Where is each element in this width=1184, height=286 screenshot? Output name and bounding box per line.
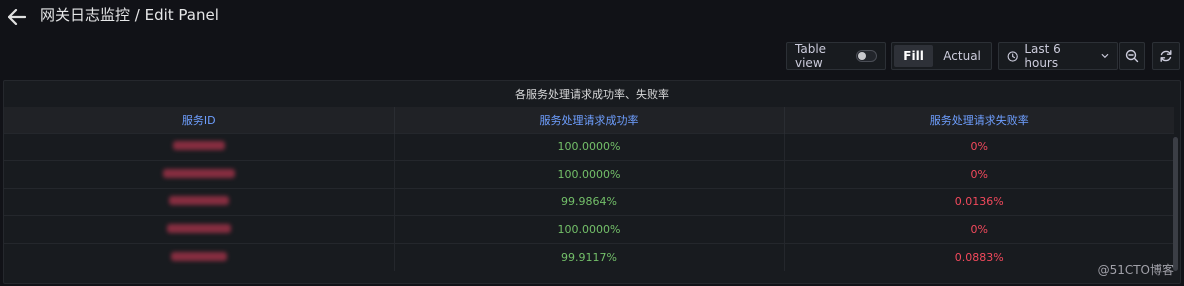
failure-rate-cell: 0% xyxy=(784,215,1174,243)
success-rate-cell: 100.0000% xyxy=(394,132,785,161)
failure-rate-cell: 0% xyxy=(784,160,1174,188)
success-rate-cell: 100.0000% xyxy=(394,215,785,243)
table-row: 100.0000% 0% xyxy=(4,132,1174,161)
table-row: 99.9864% 0.0136% xyxy=(4,187,1174,216)
success-rate-cell: 99.9117% xyxy=(394,242,785,271)
fill-actual-switch: Fill Actual xyxy=(891,42,992,70)
table-panel: 各服务处理请求成功率、失败率 服务ID 服务处理请求成功率 服务处理请求失败率 … xyxy=(3,80,1181,284)
data-table: 服务ID 服务处理请求成功率 服务处理请求失败率 100.0000% 0% 10… xyxy=(4,107,1174,271)
success-rate-cell: 100.0000% xyxy=(394,160,785,188)
watermark: @51CTO博客 xyxy=(1097,263,1174,277)
table-header-row: 服务ID 服务处理请求成功率 服务处理请求失败率 xyxy=(4,107,1174,133)
toggle-switch[interactable] xyxy=(855,50,877,62)
panel-title: 各服务处理请求成功率、失败率 xyxy=(515,88,669,101)
zoom-out-button[interactable] xyxy=(1119,42,1145,70)
refresh-icon xyxy=(1160,50,1172,62)
service-id-cell xyxy=(4,160,395,188)
redacted-service-id xyxy=(162,168,235,178)
redacted-service-id xyxy=(168,196,229,206)
fill-button[interactable]: Fill xyxy=(894,45,934,67)
page-title: 网关日志监控 / Edit Panel xyxy=(40,6,219,24)
success-rate-cell: 99.9864% xyxy=(394,187,785,216)
chevron-down-icon xyxy=(1101,53,1109,59)
time-range-label: Last 6 hours xyxy=(1024,42,1061,70)
arrow-left-icon xyxy=(8,9,26,25)
column-header-success-rate[interactable]: 服务处理请求成功率 xyxy=(394,107,785,133)
table-row: 100.0000% 0% xyxy=(4,215,1174,243)
time-range-picker[interactable]: Last 6 hours xyxy=(998,42,1118,70)
column-header-failure-rate[interactable]: 服务处理请求失败率 xyxy=(784,107,1174,133)
table-row: 100.0000% 0% xyxy=(4,160,1174,188)
zoom-out-icon xyxy=(1125,49,1139,63)
table-row: 99.9117% 0.0883% xyxy=(4,242,1174,271)
failure-rate-cell: 0% xyxy=(784,132,1174,161)
column-header-service-id[interactable]: 服务ID xyxy=(4,107,395,133)
clock-icon xyxy=(1007,50,1018,62)
service-id-cell xyxy=(4,187,395,216)
redacted-service-id xyxy=(166,223,231,233)
actual-button[interactable]: Actual xyxy=(935,45,989,67)
table-view-label: Table view xyxy=(795,42,827,70)
vertical-scrollbar[interactable] xyxy=(1173,137,1178,271)
service-id-cell xyxy=(4,242,395,271)
service-id-cell xyxy=(4,132,395,161)
redacted-service-id xyxy=(172,141,225,151)
refresh-button[interactable] xyxy=(1152,42,1180,70)
page-header: 网关日志监控 / Edit Panel xyxy=(0,0,1184,34)
redacted-service-id xyxy=(170,251,227,261)
back-button[interactable] xyxy=(6,6,28,28)
table-view-toggle[interactable]: Table view xyxy=(786,42,886,70)
service-id-cell xyxy=(4,215,395,243)
failure-rate-cell: 0.0136% xyxy=(784,187,1174,216)
